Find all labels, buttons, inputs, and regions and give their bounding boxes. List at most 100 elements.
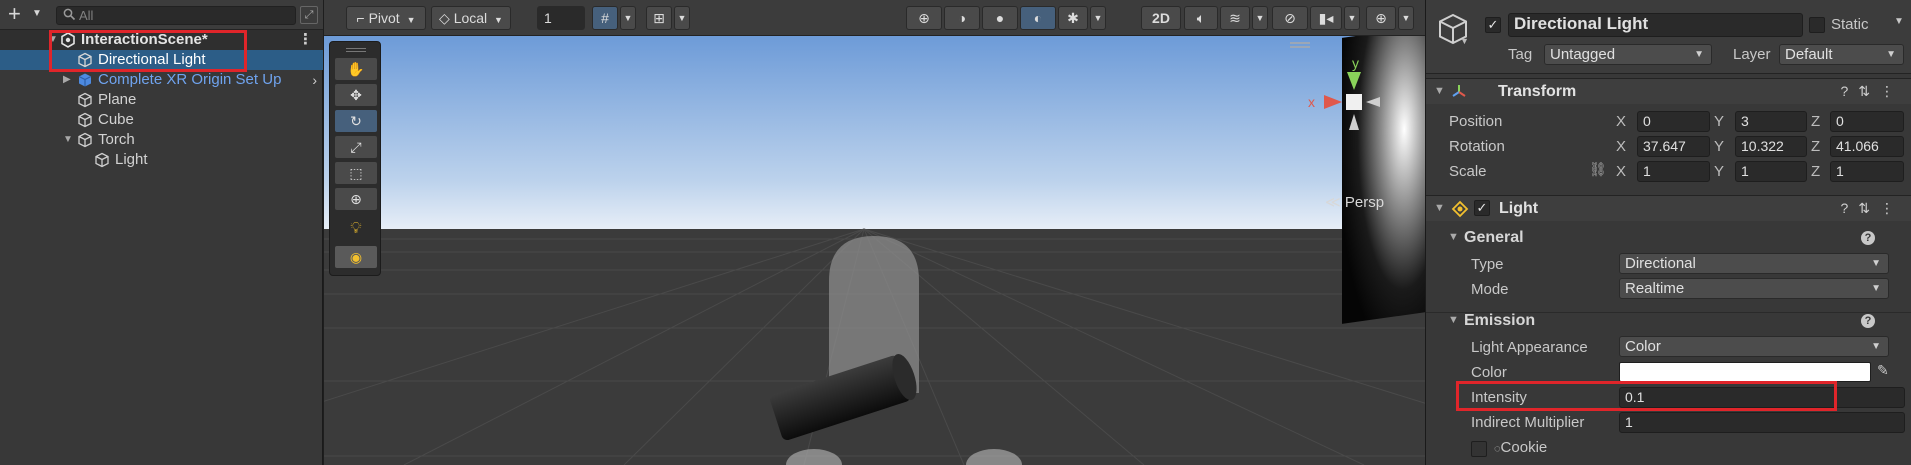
- search-icon: [63, 8, 76, 22]
- light-component-icon: [1451, 200, 1469, 222]
- component-menu-icons[interactable]: ?⇅⋮: [1840, 200, 1904, 217]
- light-color-field[interactable]: [1619, 362, 1871, 382]
- cookie-checkbox[interactable]: [1471, 441, 1487, 457]
- chevron-down-icon[interactable]: ▼: [674, 6, 690, 30]
- rotation-x-field[interactable]: 37.647: [1637, 136, 1710, 157]
- grid-snapping-icon[interactable]: #: [592, 6, 618, 30]
- help-icon[interactable]: ?: [1861, 231, 1875, 245]
- hierarchy-item-label: Plane: [98, 91, 137, 108]
- fold-arrow-icon[interactable]: ▼: [1434, 202, 1445, 214]
- more-options-icon[interactable]: ⋮: [298, 30, 313, 50]
- effects-layers-icon[interactable]: ≋: [1220, 6, 1250, 30]
- position-label: Position: [1449, 113, 1503, 130]
- hierarchy-item-plane[interactable]: Plane: [0, 90, 323, 110]
- position-z-field[interactable]: 0: [1830, 111, 1904, 132]
- fold-arrow-icon[interactable]: ▶: [63, 70, 71, 90]
- hierarchy-item-cube[interactable]: Cube: [0, 110, 323, 130]
- chevron-down-icon[interactable]: ▼: [1460, 36, 1469, 46]
- gameobject-cube-icon: [77, 92, 93, 108]
- light-appearance-dropdown[interactable]: Color ▼: [1619, 336, 1889, 357]
- drag-handle-icon[interactable]: [346, 48, 366, 52]
- camera-icon[interactable]: ▮◂: [1310, 6, 1342, 30]
- light-title: Light: [1499, 200, 1539, 217]
- position-y-field[interactable]: 3: [1735, 111, 1807, 132]
- scale-z-field[interactable]: 1: [1830, 161, 1904, 182]
- draw-mode-wireframe-icon[interactable]: ⊕: [906, 6, 942, 30]
- axis-x-label: X: [1616, 163, 1627, 180]
- fold-arrow-icon[interactable]: ▼: [1434, 85, 1445, 97]
- add-object-button[interactable]: + ▼: [8, 3, 44, 26]
- light-appearance-label: Light Appearance: [1471, 339, 1588, 356]
- light-enabled-checkbox[interactable]: ✓: [1474, 200, 1490, 216]
- light-type-dropdown[interactable]: Directional ▼: [1619, 253, 1889, 274]
- draw-mode-shaded-wire-icon[interactable]: ◑: [944, 6, 980, 30]
- hierarchy-search-input[interactable]: All: [56, 6, 296, 25]
- light-component-header[interactable]: ▼ ✓ Light ?⇅⋮: [1426, 195, 1911, 221]
- scene-visibility-icon[interactable]: ⊘: [1272, 6, 1308, 30]
- highlight-box: [49, 30, 247, 72]
- scale-y-field[interactable]: 1: [1735, 161, 1807, 182]
- hierarchy-options-icon[interactable]: ⤢: [300, 6, 318, 24]
- chevron-down-icon[interactable]: ▼: [1398, 6, 1414, 30]
- toggle-2d-button[interactable]: 2D: [1141, 6, 1181, 30]
- pivot-dropdown[interactable]: ⌐ Pivot ▼: [346, 6, 426, 30]
- eyedropper-icon[interactable]: ✎: [1877, 362, 1889, 379]
- scale-tool-icon[interactable]: ⤢: [335, 136, 377, 158]
- gizmos-icon[interactable]: ⊕: [1366, 6, 1396, 30]
- snap-increment-field[interactable]: 1: [537, 6, 585, 30]
- tag-dropdown[interactable]: Untagged ▼: [1544, 44, 1712, 65]
- chevron-down-icon[interactable]: ▼: [620, 6, 636, 30]
- chevron-down-icon[interactable]: ▼: [1090, 6, 1106, 30]
- draw-mode-shaded-icon[interactable]: ●: [982, 6, 1018, 30]
- local-dropdown[interactable]: ◇ Local ▼: [431, 6, 511, 30]
- transform-tool-icon[interactable]: ⊕: [335, 188, 377, 210]
- component-menu-icons[interactable]: ?⇅⋮: [1840, 83, 1904, 100]
- rotation-label: Rotation: [1449, 138, 1505, 155]
- axis-y-label: Y: [1714, 163, 1725, 180]
- axis-y-label: Y: [1714, 113, 1725, 130]
- transform-component-header[interactable]: ▼ Transform ?⇅⋮: [1426, 78, 1911, 104]
- indirect-multiplier-field[interactable]: 1: [1619, 412, 1905, 433]
- fold-arrow-icon[interactable]: ▼: [1448, 231, 1459, 243]
- fold-arrow-icon[interactable]: ▼: [63, 130, 73, 150]
- constrain-proportions-icon[interactable]: ⛓︎: [1589, 161, 1607, 178]
- layer-dropdown[interactable]: Default ▼: [1779, 44, 1904, 65]
- emission-section-header[interactable]: ▼ Emission ?: [1426, 310, 1911, 332]
- chevron-down-icon[interactable]: ▼: [1894, 16, 1904, 27]
- fold-arrow-icon[interactable]: ▼: [1448, 314, 1459, 326]
- active-checkbox[interactable]: ✓: [1485, 17, 1501, 33]
- position-x-field[interactable]: 0: [1637, 111, 1710, 132]
- light-mode-dropdown[interactable]: Realtime ▼: [1619, 278, 1889, 299]
- view-options-icon[interactable]: ◉: [335, 246, 377, 268]
- projection-label[interactable]: ≪ Persp: [1325, 193, 1384, 211]
- static-checkbox[interactable]: [1809, 17, 1825, 33]
- general-section-header[interactable]: ▼ General ?: [1426, 227, 1911, 249]
- rotation-y-field[interactable]: 10.322: [1735, 136, 1807, 157]
- chevron-down-icon: ▼: [494, 15, 503, 25]
- hand-tool-icon[interactable]: ✋: [335, 58, 377, 80]
- move-tool-icon[interactable]: ✥: [335, 84, 377, 106]
- hierarchy-item-light[interactable]: Light: [0, 150, 323, 170]
- help-icon[interactable]: ?: [1861, 314, 1875, 328]
- debug-bug-icon[interactable]: ✱: [1058, 6, 1088, 30]
- light-bulb-icon[interactable]: 💡︎: [335, 218, 377, 240]
- chevron-down-icon[interactable]: ▼: [1252, 6, 1268, 30]
- layer-label: Layer: [1733, 46, 1771, 63]
- scale-x-field[interactable]: 1: [1637, 161, 1710, 182]
- chevron-down-icon: ▼: [1871, 341, 1881, 352]
- chevron-right-icon[interactable]: ›: [312, 70, 317, 90]
- chevron-down-icon[interactable]: ▼: [1344, 6, 1360, 30]
- object-name-field[interactable]: Directional Light: [1508, 13, 1803, 37]
- audio-mute-icon[interactable]: 🔈︎: [1184, 6, 1218, 30]
- scene-viewport[interactable]: y x ≪ Persp ✋ ✥ ↻ ⤢ ⬚ ⊕ 💡︎ ◉: [324, 36, 1425, 465]
- axis-z-label: Z: [1811, 113, 1821, 130]
- hierarchy-item-torch[interactable]: ▼ Torch: [0, 130, 323, 150]
- draw-mode-lit-icon[interactable]: ◐: [1020, 6, 1056, 30]
- axis-x-label: X: [1616, 113, 1627, 130]
- incremental-snap-icon[interactable]: ⊞: [646, 6, 672, 30]
- rotation-z-field[interactable]: 41.066: [1830, 136, 1904, 157]
- rect-tool-icon[interactable]: ⬚: [335, 162, 377, 184]
- rotate-tool-icon[interactable]: ↻: [335, 110, 377, 132]
- hierarchy-item-xr-origin[interactable]: ▶ Complete XR Origin Set Up ›: [0, 70, 323, 90]
- inspector-header: ▼ ✓ Directional Light Static ▼ Tag Untag…: [1426, 0, 1911, 74]
